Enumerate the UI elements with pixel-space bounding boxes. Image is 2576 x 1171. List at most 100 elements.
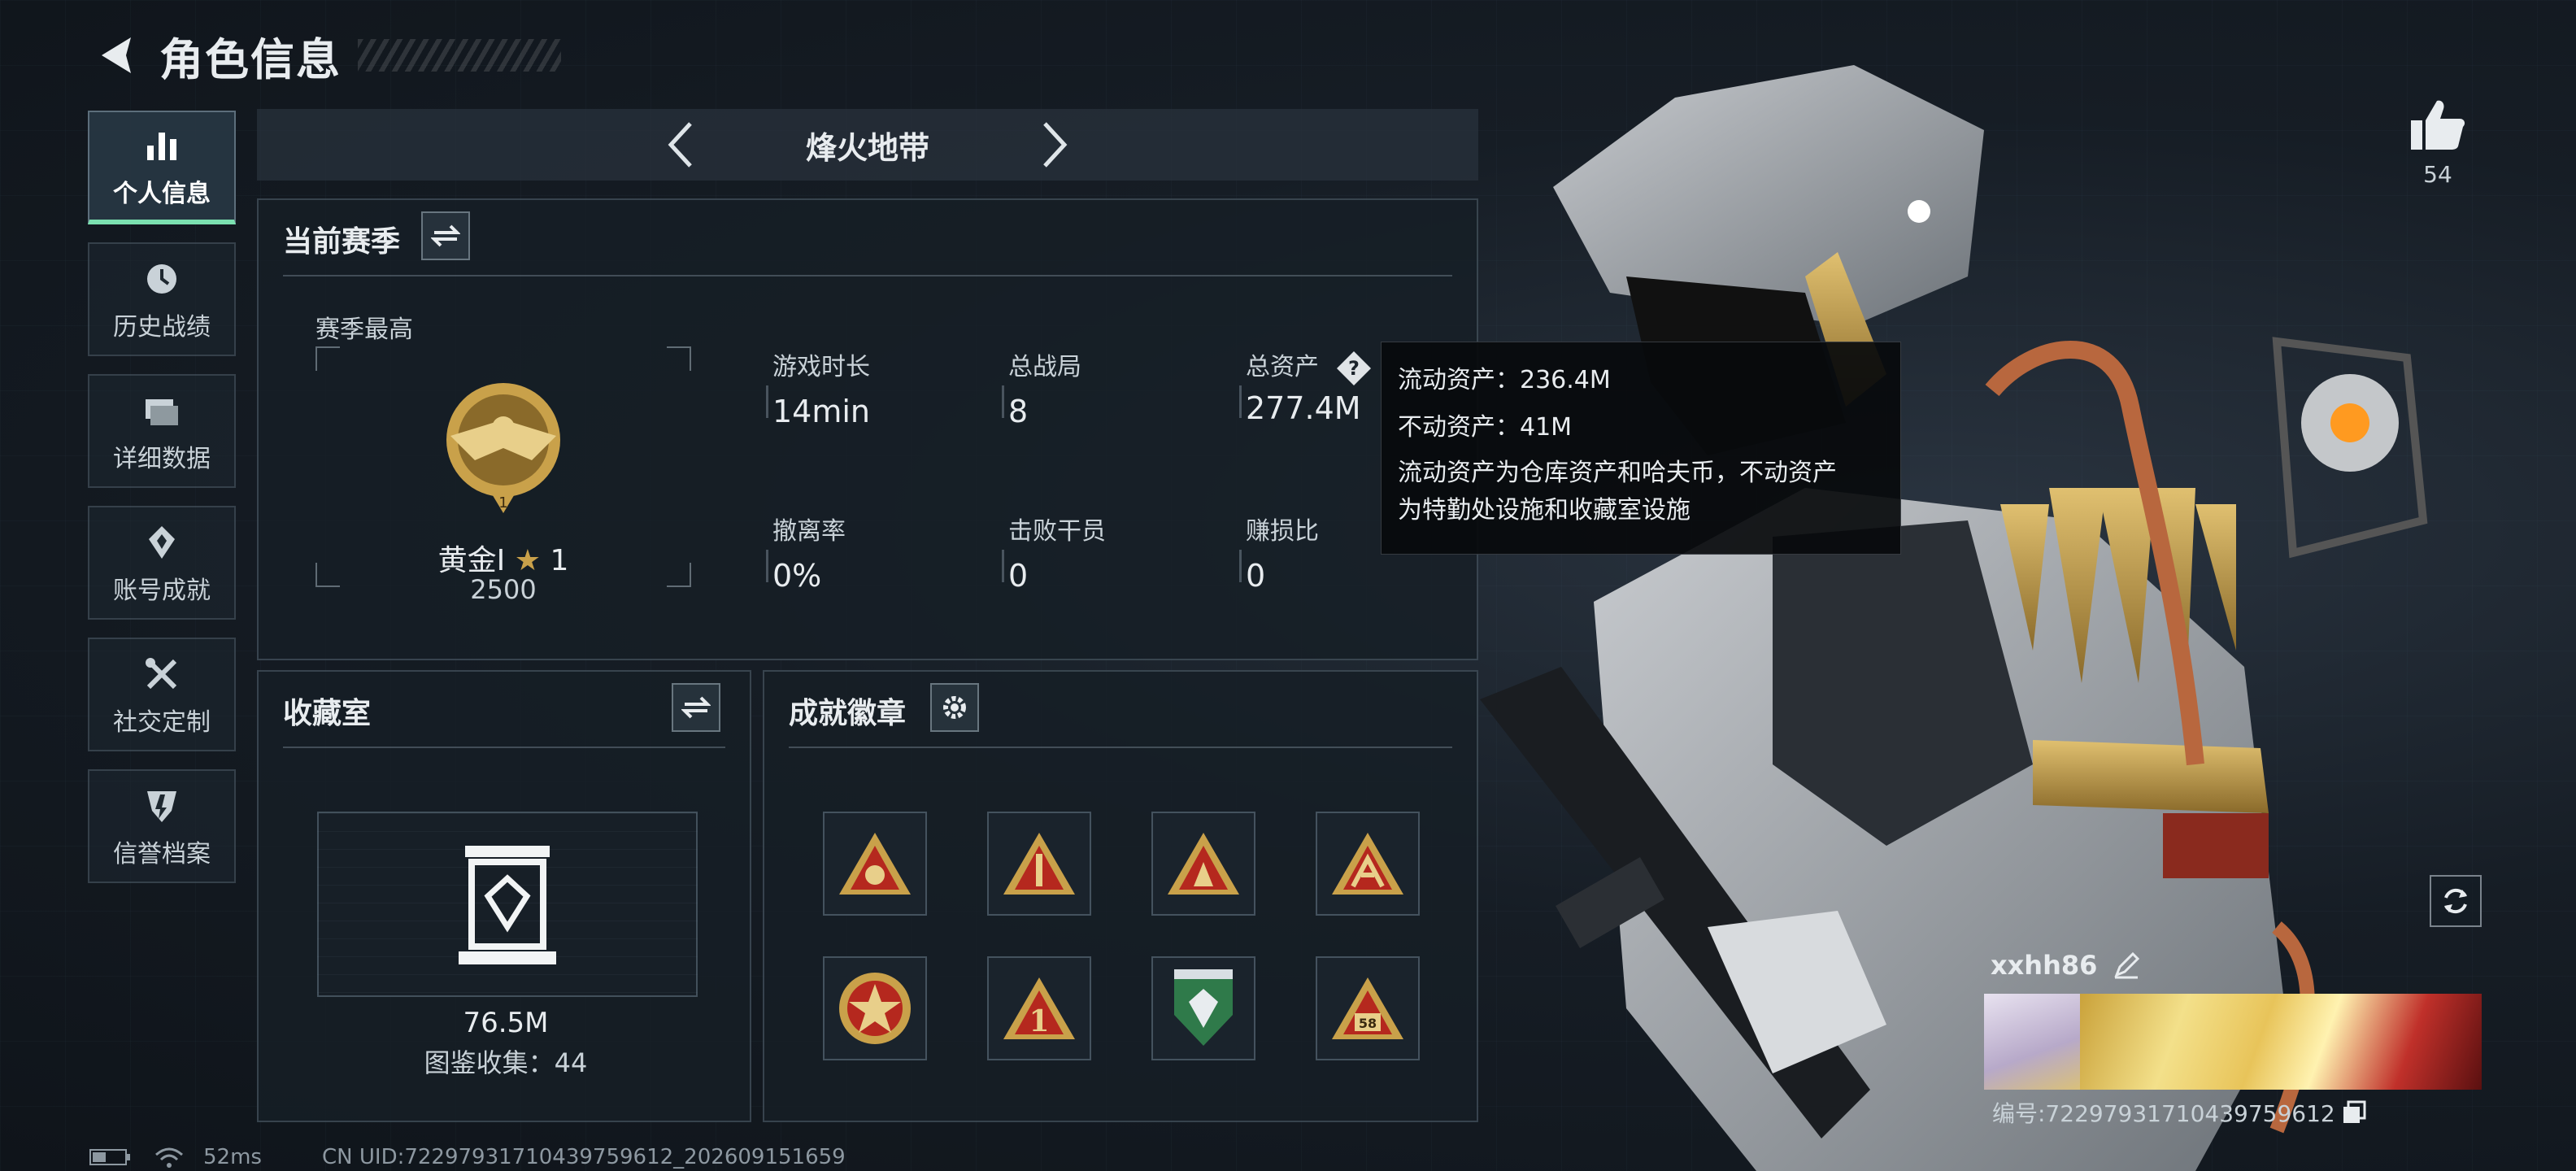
rotate-view-button[interactable] — [2430, 875, 2482, 927]
season-title: 当前赛季 — [283, 225, 401, 259]
divider — [283, 275, 1452, 276]
swap-icon — [431, 224, 460, 247]
nav-label: 详细数据 — [113, 445, 211, 473]
cn-uid: CN UID:7229793171043975961​2_20260915165… — [322, 1145, 846, 1169]
collection-title: 收藏室 — [283, 697, 372, 730]
achievement-badge[interactable]: 1 — [987, 956, 1091, 1060]
badge-text: 58 — [1359, 1016, 1377, 1031]
achievement-badge[interactable] — [823, 956, 927, 1060]
thumbs-up-icon — [2411, 100, 2465, 150]
stat-total-games: 总战局 8 — [1008, 346, 1081, 429]
player-name-row: xxhh86 — [1991, 950, 2141, 981]
page-header: 角色信息 — [88, 23, 561, 88]
rank-score: 2500 — [470, 574, 537, 605]
nameplate-art — [2080, 994, 2482, 1090]
edit-pencil-icon[interactable] — [2112, 951, 2141, 980]
nav-social-custom[interactable]: 社交定制 — [88, 638, 236, 751]
stat-divider — [1239, 385, 1242, 418]
side-nav: 个人信息 历史战绩 详细数据 账号成就 社交定制 信誉档案 — [88, 111, 237, 901]
season-best-label: 赛季最高 — [315, 316, 413, 344]
tooltip-fixed-assets: 不动资产：41M — [1398, 413, 1573, 442]
green-shield-badge-icon — [1174, 969, 1233, 1046]
stat-label: 赚损比 — [1246, 517, 1319, 546]
nav-label: 个人信息 — [113, 180, 211, 208]
achievement-badge[interactable] — [1316, 812, 1420, 916]
number-badge-icon: 58 — [1332, 977, 1403, 1039]
tools-icon — [139, 651, 185, 697]
wifi-icon — [155, 1147, 183, 1168]
stat-play-time: 游戏时长 14min — [772, 346, 870, 429]
player-banner[interactable] — [1984, 994, 2482, 1090]
tooltip-liquid-assets: 流动资产：236.4M — [1398, 366, 1611, 394]
swap-icon — [681, 696, 711, 719]
stat-label: 游戏时长 — [772, 353, 870, 381]
tooltip-desc-line2: 为特勤处设施和收藏室设施 — [1398, 496, 1690, 525]
stat-operators-defeated: 击败干员 0 — [1008, 511, 1106, 594]
collection-value: 76.5M — [463, 1007, 549, 1039]
stat-value: 14min — [772, 394, 871, 429]
collection-panel: 收藏室 76.5M 图鉴收集：44 — [257, 670, 751, 1122]
svg-text:?: ? — [1348, 357, 1360, 380]
battery-icon — [89, 1149, 130, 1165]
nav-label: 社交定制 — [113, 708, 211, 737]
player-uid-row: 编号:7229793171043975961​2 — [1992, 1096, 2366, 1129]
stat-value: 277.4M — [1246, 390, 1361, 426]
shield-icon — [139, 783, 185, 829]
badge-text: 1 — [1029, 1004, 1049, 1038]
nav-achievements[interactable]: 账号成就 — [88, 506, 236, 620]
nav-label: 信誉档案 — [113, 840, 211, 868]
achievement-badge[interactable] — [1151, 812, 1255, 916]
ping-value: 52ms — [203, 1145, 262, 1169]
back-button[interactable] — [88, 27, 145, 84]
collection-count: 图鉴收集：44 — [424, 1047, 588, 1078]
nav-match-history[interactable]: 历史战绩 — [88, 242, 236, 356]
rank-frame: 1 黄金Ⅰ ★ 1 2500 — [315, 346, 691, 605]
like-button[interactable]: 54 — [2399, 98, 2477, 188]
star-icon: ★ — [514, 544, 541, 577]
page-title: 角色信息 — [159, 33, 342, 85]
triangle-badge-icon — [1003, 833, 1075, 895]
chevron-left-icon — [668, 122, 692, 168]
stat-label-row: 总资产 ? — [1246, 346, 1373, 387]
stat-label: 总战局 — [1008, 353, 1081, 381]
help-icon[interactable]: ? — [1335, 350, 1373, 387]
badges-settings-button[interactable] — [930, 683, 979, 732]
stat-total-assets: 总资产 ? 277.4M — [1246, 346, 1373, 426]
player-uid: 编号:7229793171043975961​2 — [1992, 1100, 2335, 1127]
stat-value: 8 — [1008, 394, 1029, 429]
gold-rank-emblem: 1 — [446, 383, 560, 513]
badges-title: 成就徽章 — [789, 697, 907, 730]
mode-name: 烽火地带 — [805, 129, 929, 166]
season-switch-button[interactable] — [421, 211, 470, 260]
collection-switch-button[interactable] — [672, 683, 720, 732]
star-medal-icon — [839, 973, 911, 1044]
rank-level-number: 1 — [498, 494, 507, 511]
collection-showcase[interactable] — [317, 812, 698, 997]
nav-label: 账号成就 — [113, 577, 211, 605]
mode-next-button[interactable] — [1030, 112, 1079, 177]
avatar[interactable] — [1984, 994, 2080, 1090]
stat-label: 撤离率 — [772, 517, 846, 546]
achievement-badge[interactable]: 58 — [1316, 956, 1420, 1060]
triangle-badge-icon — [839, 833, 911, 895]
copy-icon[interactable] — [2342, 1100, 2366, 1125]
achievement-badge[interactable] — [1151, 956, 1255, 1060]
mode-prev-button[interactable] — [656, 112, 705, 177]
assets-tooltip: 流动资产：236.4M 不动资产：41M 流动资产为仓库资产和哈夫币，不动资产 … — [1381, 342, 1901, 555]
nav-personal-info[interactable]: 个人信息 — [88, 111, 236, 224]
stat-extraction-rate: 撤离率 0% — [772, 511, 846, 594]
player-name: xxhh86 — [1991, 950, 2098, 981]
chevron-right-icon — [1043, 122, 1068, 168]
season-panel: 当前赛季 赛季最高 1 黄金Ⅰ ★ 1 2500 游戏时长 14min 总战局 … — [257, 198, 1478, 660]
nav-detailed-data[interactable]: 详细数据 — [88, 374, 236, 488]
stat-label: 击败干员 — [1008, 517, 1106, 546]
divider — [789, 747, 1452, 748]
display-case-icon — [459, 846, 556, 964]
back-arrow-icon — [102, 37, 131, 73]
title-decoration — [358, 39, 561, 72]
nav-credit-record[interactable]: 信誉档案 — [88, 769, 236, 883]
rank-stars: 1 — [550, 544, 569, 577]
folder-icon — [139, 388, 185, 433]
achievement-badge[interactable] — [823, 812, 927, 916]
achievement-badge[interactable] — [987, 812, 1091, 916]
